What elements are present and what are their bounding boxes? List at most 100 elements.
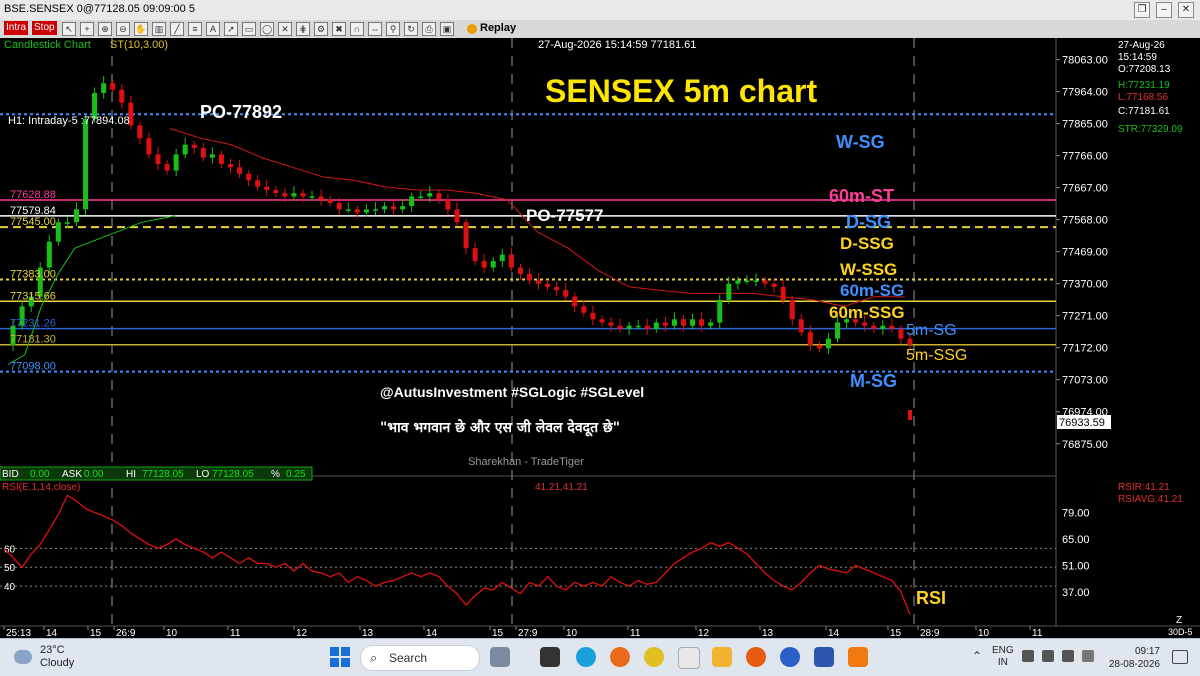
taskbar-search[interactable]: ⌕ Search — [360, 645, 480, 671]
chrome-icon[interactable] — [644, 647, 664, 667]
zoom-out-icon[interactable]: ⊖ — [116, 22, 130, 36]
weather-widget[interactable]: 23°C Cloudy — [14, 644, 74, 670]
rsi-axis-label: 37.00 — [1062, 587, 1090, 599]
candle-body — [155, 154, 161, 165]
zoom-in-icon[interactable]: ⊕ — [98, 22, 112, 36]
candle-body — [717, 299, 723, 323]
text-tool-icon[interactable]: A — [206, 22, 220, 36]
candle-body — [835, 322, 841, 339]
word-icon[interactable] — [814, 647, 834, 667]
delete-tool-icon[interactable]: ✖ — [332, 22, 346, 36]
candle-body — [662, 322, 668, 326]
timeframe-corner[interactable]: 30D-5 — [1168, 627, 1193, 637]
print-icon[interactable]: ⎙ — [422, 22, 436, 36]
time-axis-label: 14 — [828, 628, 840, 638]
trendline-tool-icon[interactable]: ╱ — [170, 22, 184, 36]
cursor-tool-icon[interactable]: ↖ — [62, 22, 76, 36]
last-candle — [908, 410, 912, 420]
level-left-label: 77579.84 — [10, 205, 56, 217]
candle-body — [898, 328, 904, 339]
candle-body — [517, 267, 523, 275]
restore-icon[interactable]: ❐ — [1134, 2, 1150, 18]
task-view-icon[interactable] — [540, 647, 560, 667]
chevron-up-icon[interactable]: ⌃ — [972, 649, 982, 663]
intra-badge[interactable]: Intra — [4, 21, 29, 35]
arrow-tool-icon[interactable]: ➚ — [224, 22, 238, 36]
candle-body — [228, 164, 233, 168]
candle-body — [481, 261, 487, 268]
candle-body — [327, 199, 333, 203]
ask-label: ASK — [62, 469, 82, 480]
price-axis-label: 77667.00 — [1062, 183, 1108, 195]
stop-badge[interactable]: Stop — [32, 21, 57, 35]
edge-browser-icon[interactable] — [576, 647, 596, 667]
language-indicator[interactable]: ENG IN — [992, 645, 1014, 669]
candle-body — [209, 154, 215, 158]
lo-label: LO — [196, 469, 210, 480]
candle-body — [182, 144, 188, 155]
vlc-icon[interactable] — [848, 647, 868, 667]
candle-body — [200, 147, 206, 158]
onedrive-icon[interactable] — [1082, 650, 1094, 662]
widget-app-icon[interactable] — [490, 647, 510, 667]
candle-body — [345, 209, 351, 211]
file-explorer-icon[interactable] — [712, 647, 732, 667]
crosshair-tool-icon[interactable]: + — [80, 22, 94, 36]
channel-tool-icon[interactable]: ⋕ — [296, 22, 310, 36]
settings-tool-icon[interactable]: ⚙ — [314, 22, 328, 36]
candle-body — [907, 338, 913, 345]
time-axis-label: 11 — [1032, 628, 1043, 638]
ellipse-tool-icon[interactable]: ◯ — [260, 22, 274, 36]
candle-body — [889, 325, 895, 329]
quote-status-bar: BID 0.00 ASK 0.00 HI 77128.05 LO 77128.0… — [0, 466, 313, 481]
windows-start-icon[interactable] — [330, 647, 350, 667]
rsi-title: RSI(E,1,14,close) — [2, 482, 80, 493]
price-axis-label: 77568.00 — [1062, 215, 1108, 227]
tradetiger-icon[interactable] — [746, 647, 766, 667]
level-left-label: 77545.00 — [10, 216, 56, 228]
hi-label: HI — [126, 469, 136, 480]
candle-body — [490, 261, 496, 268]
chart-area[interactable]: 77628.88 77579.8477545.00 77383.00 77315.66… — [0, 38, 1200, 638]
candle-body — [653, 322, 659, 329]
price-axis-label: 77964.00 — [1062, 87, 1108, 99]
pct-value: 0.25 — [286, 469, 306, 480]
ohlc-high: H:77231.19 — [1118, 80, 1170, 91]
replay-button[interactable]: Replay — [480, 22, 516, 34]
app-icon-c[interactable] — [780, 647, 800, 667]
notification-icon[interactable] — [1172, 650, 1188, 664]
pct-label: % — [271, 469, 280, 480]
minimize-icon[interactable]: – — [1156, 2, 1172, 18]
window-controls: ❐ – ✕ — [1134, 2, 1194, 18]
fib-tool-icon[interactable]: ≡ — [188, 22, 202, 36]
gann-tool-icon[interactable]: ✕ — [278, 22, 292, 36]
hand-tool-icon[interactable]: ✋ — [134, 22, 148, 36]
candle-body — [110, 83, 116, 90]
candle-body — [119, 89, 125, 103]
rectangle-tool-icon[interactable]: ▭ — [242, 22, 256, 36]
time-axis-label: 15 — [90, 628, 102, 638]
candle-body — [255, 180, 261, 187]
replay-icon[interactable] — [467, 24, 477, 34]
rsi-left-label: 40 — [4, 582, 16, 593]
firefox-icon[interactable] — [610, 647, 630, 667]
save-icon[interactable]: ▣ — [440, 22, 454, 36]
bar-chart-icon[interactable]: ▥ — [152, 22, 166, 36]
magnet-tool-icon[interactable]: ∩ — [350, 22, 364, 36]
candle-body — [545, 283, 551, 287]
zoom-corner[interactable]: Z — [1176, 615, 1182, 626]
watermark: Sharekhan - TradeTiger — [468, 456, 584, 468]
close-icon[interactable]: ✕ — [1178, 2, 1194, 18]
lock-tool-icon[interactable]: ⚲ — [386, 22, 400, 36]
wifi-icon[interactable] — [1022, 650, 1034, 662]
candle-body — [681, 319, 686, 326]
candle-body — [418, 196, 424, 198]
refresh-icon[interactable]: ↻ — [404, 22, 418, 36]
volume-icon[interactable] — [1042, 650, 1054, 662]
rsi-value-center: 41.21,41.21 — [535, 482, 588, 493]
battery-icon[interactable] — [1062, 650, 1074, 662]
level-right-label: W-SSG — [840, 260, 897, 279]
measure-tool-icon[interactable]: ⇔ — [368, 22, 382, 36]
app-icon-ssb[interactable] — [678, 647, 700, 669]
taskbar-clock[interactable]: 09:17 28-08-2026 — [1104, 645, 1160, 671]
